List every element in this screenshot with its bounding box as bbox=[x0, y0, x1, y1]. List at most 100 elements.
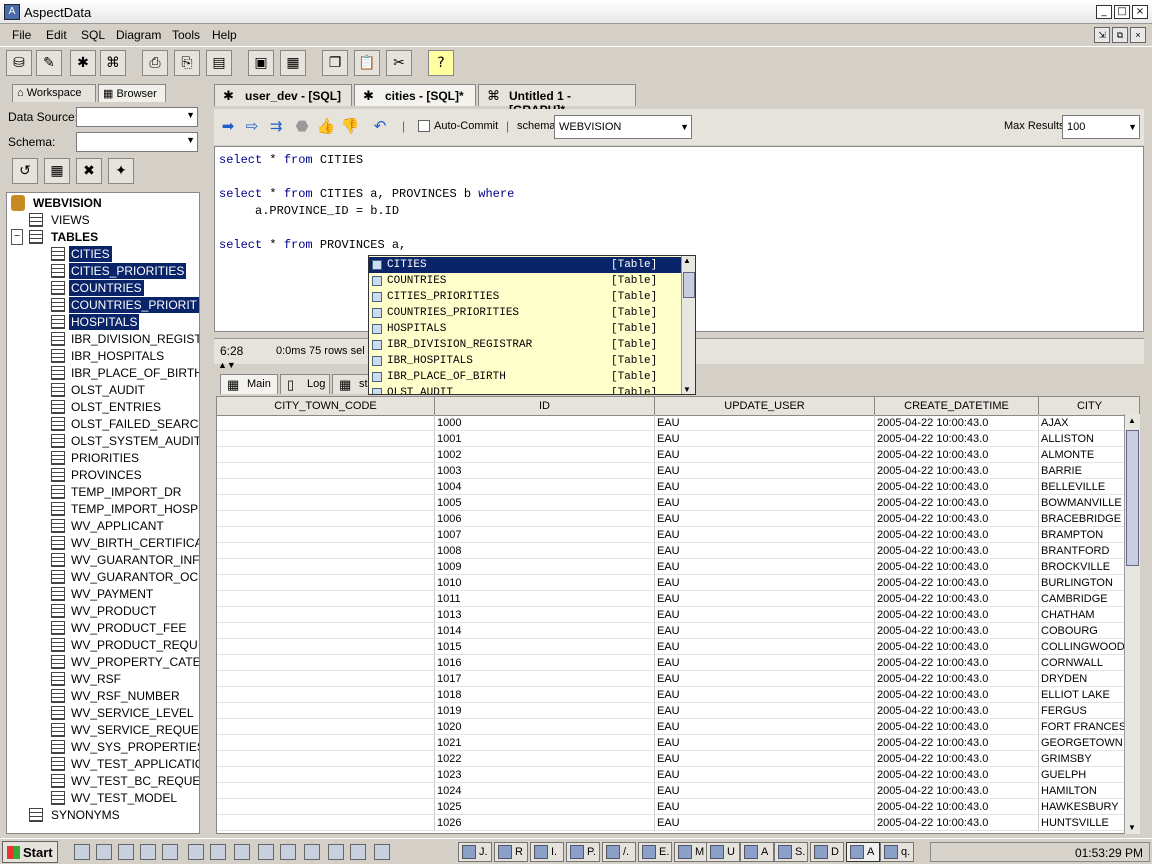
minimize-button[interactable]: _ bbox=[1096, 5, 1112, 19]
taskbar-task[interactable]: P. bbox=[566, 842, 600, 862]
table-cell[interactable]: EAU bbox=[655, 623, 875, 639]
scroll-up-icon[interactable]: ▲ bbox=[1128, 416, 1136, 425]
table-cell[interactable] bbox=[217, 719, 435, 735]
table-cell[interactable]: EAU bbox=[655, 655, 875, 671]
quicklaunch-search-icon[interactable] bbox=[162, 844, 178, 860]
quicklaunch-app-icon[interactable] bbox=[258, 844, 274, 860]
sql-editor-icon[interactable]: ✱ bbox=[70, 50, 96, 76]
table-cell[interactable]: EAU bbox=[655, 463, 875, 479]
database-icon[interactable]: ⛁ bbox=[6, 50, 32, 76]
tree-table-item[interactable]: OLST_AUDIT bbox=[69, 382, 147, 398]
execute-current-icon[interactable]: ⇨ bbox=[240, 114, 264, 138]
paste-icon[interactable]: 📋 bbox=[354, 50, 380, 76]
table-cell[interactable]: EAU bbox=[655, 815, 875, 831]
quicklaunch-app-icon[interactable] bbox=[234, 844, 250, 860]
grid-scrollbar[interactable]: ▲ ▼ bbox=[1124, 414, 1140, 834]
taskbar-task[interactable]: A bbox=[846, 842, 880, 862]
table-cell[interactable] bbox=[217, 671, 435, 687]
table-cell[interactable]: 2005-04-22 10:00:43.0 bbox=[875, 735, 1039, 751]
data-source-select[interactable]: ▼ bbox=[76, 107, 198, 127]
tree-table-item[interactable]: TEMP_IMPORT_DR bbox=[69, 484, 183, 500]
table-cell[interactable] bbox=[217, 495, 435, 511]
table-cell[interactable]: 2005-04-22 10:00:43.0 bbox=[875, 495, 1039, 511]
copy-icon[interactable]: ❐ bbox=[322, 50, 348, 76]
quicklaunch-app-icon[interactable] bbox=[350, 844, 366, 860]
table-cell[interactable] bbox=[217, 751, 435, 767]
autocomplete-item[interactable]: IBR_PLACE_OF_BIRTH [Table] bbox=[369, 369, 681, 385]
tree-table-item[interactable]: IBR_HOSPITALS bbox=[69, 348, 166, 364]
splitter-arrows-icon[interactable]: ▲▼ bbox=[218, 360, 236, 370]
taskbar-task[interactable]: A bbox=[740, 842, 774, 862]
taskbar-task[interactable]: S. bbox=[774, 842, 808, 862]
tree-table-item[interactable]: IBR_PLACE_OF_BIRTH bbox=[69, 365, 199, 381]
taskbar-task[interactable]: M bbox=[674, 842, 708, 862]
table-cell[interactable] bbox=[217, 655, 435, 671]
table-cell[interactable]: 1007 bbox=[435, 527, 655, 543]
table-cell[interactable]: 2005-04-22 10:00:43.0 bbox=[875, 703, 1039, 719]
tree-table-item[interactable]: TEMP_IMPORT_HOSPI bbox=[69, 501, 199, 517]
mdi-tile-icon[interactable]: ⧉ bbox=[1112, 27, 1128, 43]
table-cell[interactable]: 1020 bbox=[435, 719, 655, 735]
start-button[interactable]: Start bbox=[2, 841, 58, 863]
taskbar-task[interactable]: R bbox=[494, 842, 528, 862]
table-cell[interactable]: 2005-04-22 10:00:43.0 bbox=[875, 527, 1039, 543]
table-cell[interactable]: 1025 bbox=[435, 799, 655, 815]
table-cell[interactable]: 1001 bbox=[435, 431, 655, 447]
table-cell[interactable]: 1021 bbox=[435, 735, 655, 751]
table-cell[interactable]: 2005-04-22 10:00:43.0 bbox=[875, 687, 1039, 703]
table-cell[interactable] bbox=[217, 815, 435, 831]
autocomplete-item[interactable]: CITIES_PRIORITIES [Table] bbox=[369, 289, 681, 305]
cut-icon[interactable]: ✂ bbox=[386, 50, 412, 76]
table-cell[interactable]: EAU bbox=[655, 799, 875, 815]
tree-views[interactable]: VIEWS bbox=[49, 212, 92, 228]
popup-scroll-thumb[interactable] bbox=[683, 272, 695, 298]
table-cell[interactable]: 2005-04-22 10:00:43.0 bbox=[875, 623, 1039, 639]
table-cell[interactable]: 1024 bbox=[435, 783, 655, 799]
tree-table-item[interactable]: PROVINCES bbox=[69, 467, 144, 483]
table-cell[interactable]: EAU bbox=[655, 415, 875, 431]
table-cell[interactable]: 1004 bbox=[435, 479, 655, 495]
tree-root[interactable]: WEBVISION bbox=[31, 195, 104, 211]
taskbar-task[interactable]: D bbox=[810, 842, 844, 862]
table-cell[interactable]: EAU bbox=[655, 543, 875, 559]
rollback-icon[interactable]: 👎 bbox=[338, 114, 362, 138]
save-all-icon[interactable]: ▦ bbox=[280, 50, 306, 76]
table-cell[interactable] bbox=[217, 735, 435, 751]
column-header[interactable]: CREATE_DATETIME bbox=[875, 397, 1039, 416]
table-cell[interactable]: EAU bbox=[655, 559, 875, 575]
commit-icon[interactable]: 👍 bbox=[314, 114, 338, 138]
auto-commit-checkbox[interactable] bbox=[418, 120, 430, 132]
save-icon[interactable]: ▣ bbox=[248, 50, 274, 76]
table-cell[interactable]: 2005-04-22 10:00:43.0 bbox=[875, 655, 1039, 671]
table-cell[interactable]: 2005-04-22 10:00:43.0 bbox=[875, 447, 1039, 463]
table-cell[interactable]: 1015 bbox=[435, 639, 655, 655]
tree-table-item[interactable]: CITIES bbox=[69, 246, 112, 262]
quicklaunch-app-icon[interactable] bbox=[304, 844, 320, 860]
table-cell[interactable]: 2005-04-22 10:00:43.0 bbox=[875, 799, 1039, 815]
tree-table-item[interactable]: CITIES_PRIORITIES bbox=[69, 263, 187, 279]
table-cell[interactable] bbox=[217, 783, 435, 799]
execute-icon[interactable]: ➡ bbox=[216, 114, 240, 138]
add-table-icon[interactable]: ▦ bbox=[44, 158, 70, 184]
table-cell[interactable]: 1018 bbox=[435, 687, 655, 703]
taskbar-task[interactable]: q. bbox=[880, 842, 914, 862]
tree-table-item[interactable]: WV_TEST_MODEL bbox=[69, 790, 179, 806]
tree-table-item[interactable]: WV_PROPERTY_CATE bbox=[69, 654, 199, 670]
menu-help[interactable]: Help bbox=[212, 28, 237, 42]
tree-table-item[interactable]: PRIORITIES bbox=[69, 450, 141, 466]
table-cell[interactable] bbox=[217, 607, 435, 623]
tree-table-item[interactable]: WV_SERVICE_LEVEL bbox=[69, 705, 196, 721]
table-cell[interactable]: 2005-04-22 10:00:43.0 bbox=[875, 479, 1039, 495]
table-cell[interactable] bbox=[217, 479, 435, 495]
menu-edit[interactable]: Edit bbox=[46, 28, 67, 42]
tree-table-item[interactable]: OLST_FAILED_SEARC bbox=[69, 416, 199, 432]
scroll-down-icon[interactable]: ▼ bbox=[1128, 823, 1136, 832]
table-cell[interactable]: 1008 bbox=[435, 543, 655, 559]
tree-table-item[interactable]: WV_RSF_NUMBER bbox=[69, 688, 182, 704]
tree-synonyms[interactable]: SYNONYMS bbox=[49, 807, 122, 823]
table-cell[interactable]: 2005-04-22 10:00:43.0 bbox=[875, 767, 1039, 783]
table-cell[interactable]: 2005-04-22 10:00:43.0 bbox=[875, 751, 1039, 767]
autocomplete-item[interactable]: IBR_DIVISION_REGISTRAR [Table] bbox=[369, 337, 681, 353]
table-cell[interactable]: 2005-04-22 10:00:43.0 bbox=[875, 591, 1039, 607]
table-cell[interactable]: 1010 bbox=[435, 575, 655, 591]
